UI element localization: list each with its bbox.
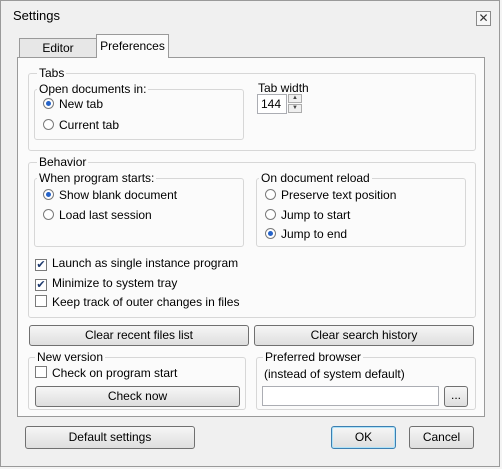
browse-button[interactable]: ... <box>444 386 468 407</box>
tab-editor-settings[interactable]: Editor settings <box>19 38 97 74</box>
spin-up-icon[interactable]: ▲ <box>288 94 302 103</box>
tabs-group-label: Tabs <box>37 66 67 80</box>
checkbox-single-instance[interactable]: ✔ Launch as single instance program <box>35 255 238 271</box>
clear-search-history-button[interactable]: Clear search history <box>254 325 474 346</box>
checkbox-minimize-to-tray[interactable]: ✔ Minimize to system tray <box>35 275 177 291</box>
behavior-label: Behavior <box>37 155 89 169</box>
checkbox-track-outer-changes[interactable]: Keep track of outer changes in files <box>35 294 239 310</box>
radio-indicator[interactable] <box>43 119 54 130</box>
radio-label: Jump to start <box>281 208 351 222</box>
radio-label: Load last session <box>59 208 152 222</box>
tab-width-stepper[interactable]: ▲ ▼ <box>288 94 302 114</box>
clear-recent-files-button[interactable]: Clear recent files list <box>29 325 249 346</box>
radio-label: Jump to end <box>281 227 348 241</box>
on-document-reload-label: On document reload <box>259 171 372 185</box>
tab-width-label: Tab width <box>256 81 311 95</box>
checkbox-label: Keep track of outer changes in files <box>52 295 240 309</box>
title-bar: Settings ✕ <box>1 1 499 33</box>
radio-indicator[interactable] <box>265 189 276 200</box>
cancel-button[interactable]: Cancel <box>409 426 474 449</box>
radio-current-tab[interactable]: Current tab <box>43 117 119 133</box>
tab-width-input[interactable]: 144 <box>257 94 287 114</box>
window-title: Settings <box>13 8 60 23</box>
when-program-starts-label: When program starts: <box>37 171 157 185</box>
preferred-browser-sublabel: (instead of system default) <box>262 367 407 381</box>
open-documents-label: Open documents in: <box>37 82 149 96</box>
radio-label: Current tab <box>59 118 120 132</box>
checkbox-indicator[interactable] <box>35 366 47 378</box>
radio-label: Preserve text position <box>281 188 397 202</box>
default-settings-button[interactable]: Default settings <box>25 426 195 449</box>
preferences-panel: Tabs Open documents in: New tab Current … <box>17 57 485 417</box>
radio-indicator[interactable] <box>43 98 54 109</box>
preferred-browser-label: Preferred browser <box>263 350 364 364</box>
radio-indicator[interactable] <box>265 228 276 239</box>
radio-indicator[interactable] <box>43 189 54 200</box>
checkbox-indicator[interactable] <box>35 295 47 307</box>
checkbox-label: Check on program start <box>52 366 178 380</box>
checkbox-label: Launch as single instance program <box>52 256 239 270</box>
tab-label: Preferences <box>100 39 165 53</box>
radio-jump-to-start[interactable]: Jump to start <box>265 207 350 223</box>
ok-button[interactable]: OK <box>331 426 396 449</box>
checkbox-indicator[interactable]: ✔ <box>35 279 47 291</box>
radio-preserve-text-position[interactable]: Preserve text position <box>265 187 396 203</box>
tab-preferences[interactable]: Preferences <box>96 34 169 58</box>
radio-label: New tab <box>59 97 104 111</box>
checkbox-check-on-start[interactable]: Check on program start <box>35 365 177 381</box>
settings-window: Settings ✕ Editor settings Preferences T… <box>0 0 500 467</box>
radio-indicator[interactable] <box>43 209 54 220</box>
radio-jump-to-end[interactable]: Jump to end <box>265 226 347 242</box>
close-icon[interactable]: ✕ <box>476 11 491 26</box>
radio-indicator[interactable] <box>265 209 276 220</box>
radio-new-tab[interactable]: New tab <box>43 96 103 112</box>
radio-load-last-session[interactable]: Load last session <box>43 207 152 223</box>
check-now-button[interactable]: Check now <box>35 386 240 407</box>
new-version-label: New version <box>35 350 106 364</box>
radio-show-blank-document[interactable]: Show blank document <box>43 187 177 203</box>
preferred-browser-input[interactable] <box>262 386 439 406</box>
radio-label: Show blank document <box>59 188 178 202</box>
spin-down-icon[interactable]: ▼ <box>288 104 302 113</box>
checkbox-indicator[interactable]: ✔ <box>35 259 47 271</box>
checkbox-label: Minimize to system tray <box>52 276 178 290</box>
